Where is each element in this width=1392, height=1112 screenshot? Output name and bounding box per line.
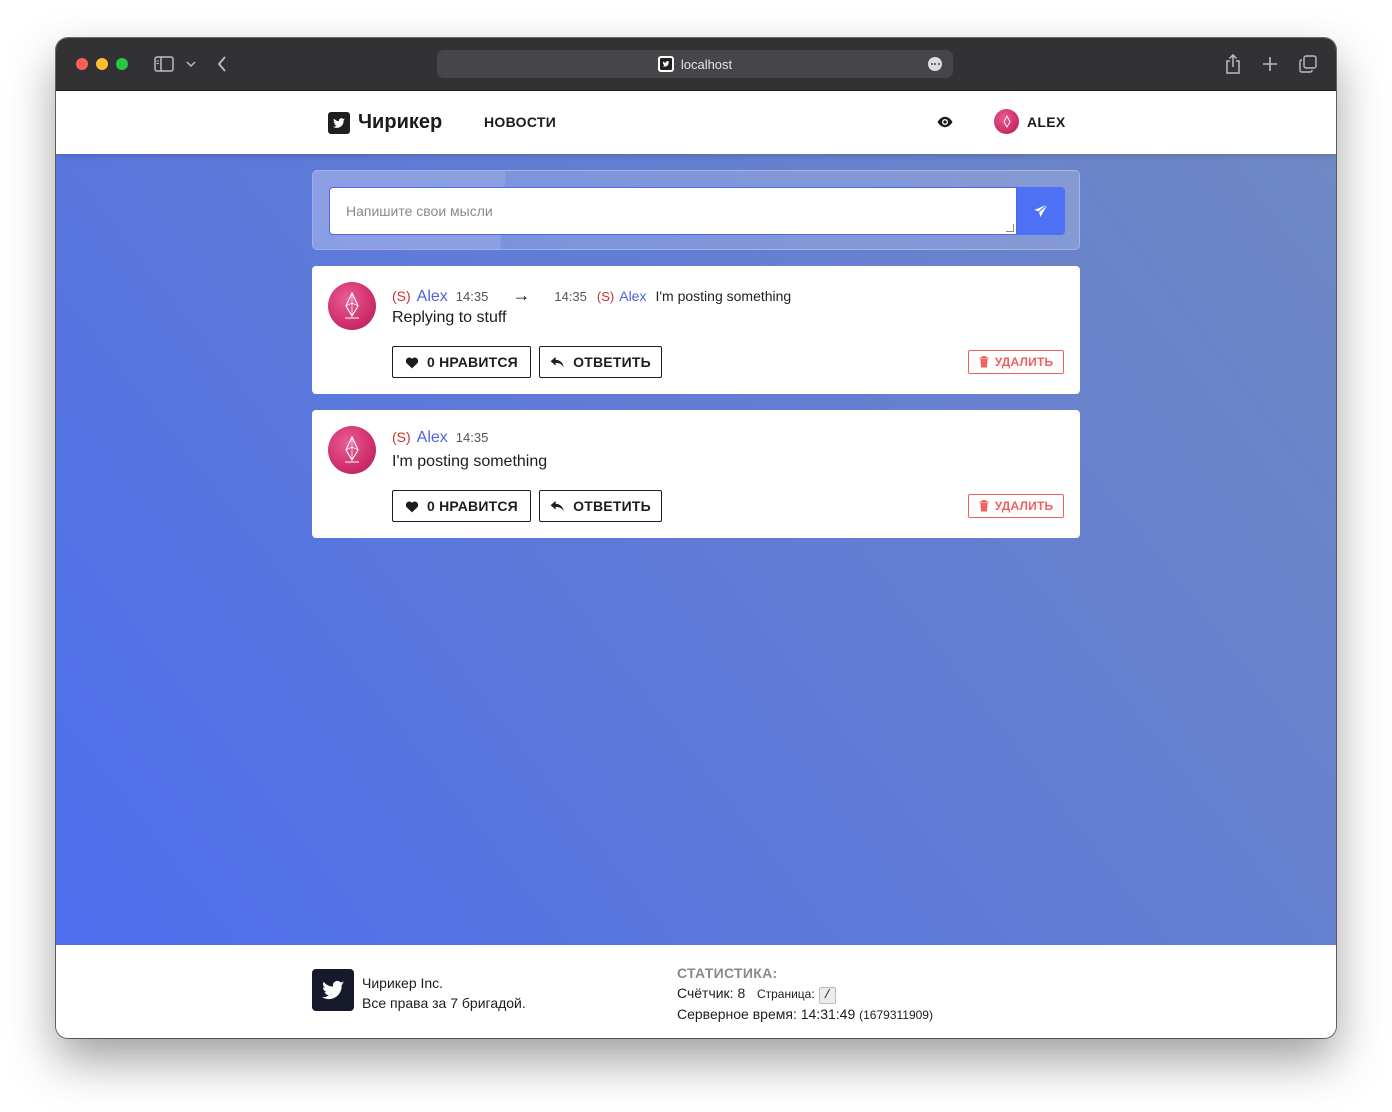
like-label: 0 НРАВИТСЯ [427, 354, 518, 370]
like-button[interactable]: 0 НРАВИТСЯ [392, 346, 531, 378]
reply-author-link[interactable]: Alex [619, 288, 646, 304]
post-header: (S) Alex 14:35 → 14:35 (S) Alex I'm post… [392, 285, 791, 306]
reply-label: ОТВЕТИТЬ [573, 498, 651, 514]
reply-button[interactable]: ОТВЕТИТЬ [539, 490, 662, 522]
close-window-button[interactable] [76, 58, 88, 70]
reply-quote-text[interactable]: I'm posting something [655, 288, 791, 304]
post-text: Replying to stuff [392, 309, 507, 326]
user-menu[interactable]: ALEX [994, 109, 1066, 134]
heart-icon [405, 357, 419, 368]
url-text: localhost [680, 56, 733, 72]
reply-status-badge: (S) [596, 289, 615, 304]
copyright-text: Все права за 7 бригадой. [362, 995, 526, 1011]
trash-icon [979, 356, 989, 368]
page-footer: Чирикер Inc. Все права за 7 бригадой. СТ… [56, 945, 1336, 1038]
server-time-label: Серверное время: [677, 1006, 797, 1022]
author-link[interactable]: Alex [417, 429, 448, 447]
avatar[interactable] [328, 426, 376, 474]
server-time-row: Серверное время: 14:31:49 (1679311909) [677, 1004, 933, 1025]
sidebar-toggle-icon[interactable] [153, 53, 175, 75]
post-time: 14:35 [455, 289, 489, 304]
twitter-icon [657, 56, 674, 72]
reply-icon [550, 500, 564, 511]
stats-block: СТАТИСТИКА: Счётчик: 8 Страница: / Серве… [677, 963, 933, 1025]
zoom-window-button[interactable] [116, 58, 128, 70]
post-time: 14:35 [455, 430, 489, 445]
trash-icon [979, 500, 989, 512]
top-navbar: Чирикер НОВОСТИ ALEX [56, 91, 1336, 154]
counter-value: 8 [737, 985, 746, 1001]
counter-label: Счётчик: [677, 985, 734, 1001]
post-header: (S) Alex 14:35 [392, 429, 488, 447]
twitter-logo-icon [312, 969, 354, 1011]
main-content: Напишите свои мысли (S) Alex 14:35 → 14:… [56, 154, 1336, 945]
share-icon[interactable] [1224, 53, 1242, 75]
eye-icon[interactable] [936, 113, 954, 131]
post-text: I'm posting something [392, 453, 548, 470]
nav-news-link[interactable]: НОВОСТИ [484, 114, 556, 130]
post-card: (S) Alex 14:35 → 14:35 (S) Alex I'm post… [312, 266, 1080, 394]
web-page: Чирикер НОВОСТИ ALEX Напишите свои мысли [56, 91, 1336, 1038]
avatar[interactable] [328, 282, 376, 330]
page-path: / [818, 987, 836, 1004]
reply-time: 14:35 [554, 289, 587, 304]
message-textarea[interactable]: Напишите свои мысли [329, 187, 1017, 235]
tab-overview-icon[interactable] [1298, 53, 1318, 75]
reply-icon [550, 356, 564, 367]
address-bar[interactable]: localhost [437, 50, 953, 78]
stats-counter-row: Счётчик: 8 Страница: / [677, 983, 933, 1004]
minimize-window-button[interactable] [96, 58, 108, 70]
post-composer: Напишите свои мысли [312, 170, 1080, 250]
like-label: 0 НРАВИТСЯ [427, 498, 518, 514]
back-icon[interactable] [215, 53, 229, 75]
delete-button[interactable]: УДАЛИТЬ [968, 494, 1064, 518]
author-link[interactable]: Alex [417, 288, 448, 306]
heart-icon [405, 501, 419, 512]
footer-company: Чирикер Inc. Все права за 7 бригадой. [362, 973, 526, 1013]
send-button[interactable] [1017, 187, 1065, 235]
post-card: (S) Alex 14:35 I'm posting something 0 Н… [312, 410, 1080, 538]
status-badge: (S) [392, 288, 411, 304]
user-name: ALEX [1027, 113, 1066, 130]
more-options-icon[interactable] [928, 57, 942, 71]
avatar [994, 109, 1019, 134]
reply-label: ОТВЕТИТЬ [573, 354, 651, 370]
delete-label: УДАЛИТЬ [994, 355, 1054, 369]
browser-toolbar: localhost [56, 38, 1336, 91]
paper-plane-icon [1034, 203, 1049, 217]
reply-button[interactable]: ОТВЕТИТЬ [539, 346, 662, 378]
resize-handle-icon[interactable] [1006, 224, 1014, 232]
server-time-value: 14:31:49 [800, 1006, 856, 1022]
textarea-placeholder: Напишите свои мысли [346, 203, 493, 219]
company-name: Чирикер Inc. [362, 975, 444, 991]
brand-link[interactable]: Чирикер [328, 111, 442, 134]
delete-label: УДАЛИТЬ [994, 499, 1054, 513]
chevron-down-icon[interactable] [185, 53, 197, 75]
brand-name: Чирикер [358, 111, 443, 133]
status-badge: (S) [392, 429, 411, 445]
reply-arrow-icon: → [512, 285, 531, 305]
delete-button[interactable]: УДАЛИТЬ [968, 350, 1064, 374]
like-button[interactable]: 0 НРАВИТСЯ [392, 490, 531, 522]
server-timestamp: (1679311909) [859, 1008, 933, 1022]
browser-window: localhost Чирикер НОВОСТИ ALEX Напишите … [56, 38, 1336, 1038]
stats-title: СТАТИСТИКА: [677, 965, 778, 981]
new-tab-icon[interactable] [1260, 53, 1280, 75]
twitter-logo-icon [328, 111, 350, 134]
page-label: Страница: [756, 987, 815, 1001]
